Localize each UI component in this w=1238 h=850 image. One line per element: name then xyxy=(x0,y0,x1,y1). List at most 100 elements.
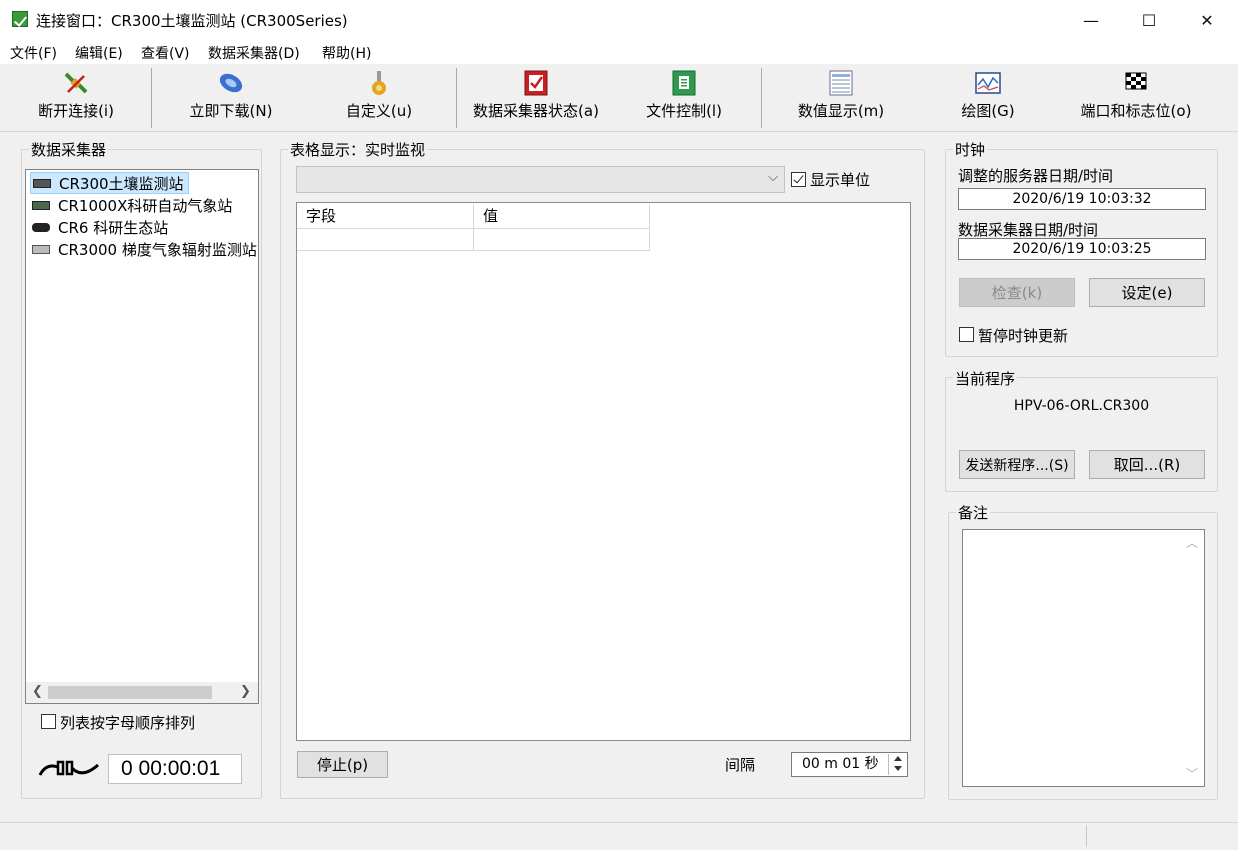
datalogger-status-button[interactable]: 数据采集器状态(a) xyxy=(466,64,606,130)
column-header-field[interactable]: 字段 xyxy=(297,204,474,229)
list-item[interactable]: CR6 科研生态站 xyxy=(30,216,172,238)
datalogger-group-title: 数据采集器 xyxy=(29,139,109,160)
ports-flags-button[interactable]: 端口和标志位(o) xyxy=(1072,64,1200,130)
table-select-dropdown[interactable]: ⌵ xyxy=(296,166,785,193)
menu-view[interactable]: 查看(V) xyxy=(141,43,190,63)
check-clock-button[interactable]: 检查(k) xyxy=(959,278,1075,307)
pause-clock-label: 暂停时钟更新 xyxy=(978,327,1069,345)
list-horizontal-scrollbar[interactable]: ❮ ❯ xyxy=(26,682,258,703)
interval-value: 00 m 01 秒 xyxy=(802,756,879,772)
connection-plug-icon xyxy=(38,757,102,781)
scroll-left-icon[interactable]: ❮ xyxy=(32,684,43,699)
notes-textarea[interactable]: ︿ ﹀ xyxy=(962,529,1205,787)
connection-timer: 0 00:00:01 xyxy=(108,754,242,784)
numeric-display-icon xyxy=(828,70,854,96)
server-time-field: 2020/6/19 10:03:32 xyxy=(958,188,1206,210)
toolbar-separator xyxy=(151,68,152,128)
list-item-label: CR1000X科研自动气象站 xyxy=(58,196,233,215)
datalogger-icon xyxy=(32,200,50,210)
file-control-button[interactable]: 文件控制(l) xyxy=(630,64,738,130)
graph-icon xyxy=(975,70,1001,96)
custom-button[interactable]: 自定义(u) xyxy=(320,64,438,130)
close-button[interactable]: ✕ xyxy=(1178,0,1236,40)
column-header-value[interactable]: 值 xyxy=(474,204,650,229)
checkered-flag-icon xyxy=(1123,70,1149,96)
download-now-button[interactable]: 立即下载(N) xyxy=(172,64,290,130)
download-phone-icon xyxy=(218,70,244,96)
spinner-arrows[interactable] xyxy=(888,754,906,775)
datalogger-list[interactable]: CR300土壤监测站 CR1000X科研自动气象站 CR6 科研生态站 CR30… xyxy=(25,169,259,704)
data-table[interactable]: 字段 值 xyxy=(296,202,911,741)
set-clock-button[interactable]: 设定(e) xyxy=(1089,278,1205,307)
window-title: 连接窗口：CR300土壤监测站 (CR300Series) xyxy=(36,12,348,30)
list-item[interactable]: CR3000 梯度气象辐射监测站 xyxy=(30,238,261,260)
table-cell xyxy=(474,229,650,251)
menu-help[interactable]: 帮助(H) xyxy=(322,43,371,63)
maximize-button[interactable]: ☐ xyxy=(1120,0,1178,40)
numeric-display-button[interactable]: 数值显示(m) xyxy=(782,64,900,130)
interval-spinner[interactable]: 00 m 01 秒 xyxy=(791,752,908,777)
toolbar-label: 文件控制(l) xyxy=(646,102,722,120)
file-control-icon xyxy=(671,70,697,96)
toolbar-label: 自定义(u) xyxy=(345,102,413,120)
toolbar-separator xyxy=(761,68,762,128)
program-group-title: 当前程序 xyxy=(953,368,1018,389)
menu-file[interactable]: 文件(F) xyxy=(10,43,57,63)
notes-group-title: 备注 xyxy=(956,502,991,523)
table-display-title: 表格显示：实时监视 xyxy=(288,139,428,160)
scroll-down-icon[interactable]: ﹀ xyxy=(1186,765,1198,782)
status-bar-divider xyxy=(1086,825,1087,847)
scrollbar-thumb[interactable] xyxy=(48,686,212,699)
toolbar-label: 数值显示(m) xyxy=(797,102,885,120)
stop-button-label: 停止(p) xyxy=(316,756,369,774)
status-bar xyxy=(0,822,1238,850)
datalogger-icon xyxy=(33,178,51,188)
list-item-label: CR3000 梯度气象辐射监测站 xyxy=(58,240,257,259)
chevron-down-icon: ⌵ xyxy=(768,170,778,185)
show-units-label: 显示单位 xyxy=(810,171,871,189)
datalogger-icon xyxy=(32,244,50,254)
spinner-down-icon[interactable] xyxy=(894,766,902,771)
list-item-label: CR300土壤监测站 xyxy=(59,174,184,193)
spinner-up-icon[interactable] xyxy=(894,756,902,761)
toolbar-label: 立即下载(N) xyxy=(189,102,273,120)
show-units-checkbox[interactable] xyxy=(791,172,806,187)
status-check-icon xyxy=(523,70,549,96)
logger-time-field: 2020/6/19 10:03:25 xyxy=(958,238,1206,260)
disconnect-plug-icon xyxy=(63,70,89,96)
minimize-button[interactable]: — xyxy=(1062,0,1120,40)
graph-button[interactable]: 绘图(G) xyxy=(932,64,1044,130)
send-program-label: 发送新程序...(S) xyxy=(965,457,1069,474)
retrieve-program-button[interactable]: 取回...(R) xyxy=(1089,450,1205,479)
table-cell xyxy=(297,229,474,251)
pause-clock-checkbox[interactable] xyxy=(959,327,974,342)
logger-time-label: 数据采集器日期/时间 xyxy=(958,221,1099,239)
sort-alphabetical-checkbox[interactable] xyxy=(41,714,56,729)
scroll-up-icon[interactable]: ︿ xyxy=(1186,534,1198,551)
clock-group-title: 时钟 xyxy=(953,139,988,160)
menu-edit[interactable]: 编辑(E) xyxy=(75,43,123,63)
scroll-right-icon[interactable]: ❯ xyxy=(240,684,251,699)
set-clock-label: 设定(e) xyxy=(1121,284,1173,302)
toolbar-label: 端口和标志位(o) xyxy=(1080,102,1192,120)
custom-wrench-icon xyxy=(366,70,392,96)
list-item-label: CR6 科研生态站 xyxy=(58,218,169,237)
menu-datalogger[interactable]: 数据采集器(D) xyxy=(208,43,300,63)
toolbar-label: 数据采集器状态(a) xyxy=(473,102,599,120)
interval-label: 间隔 xyxy=(725,756,756,774)
toolbar-label: 断开连接(i) xyxy=(38,102,114,120)
check-clock-label: 检查(k) xyxy=(991,284,1043,302)
stop-button[interactable]: 停止(p) xyxy=(297,751,388,778)
list-item[interactable]: CR300土壤监测站 xyxy=(30,172,189,194)
toolbar-label: 绘图(G) xyxy=(961,102,1015,120)
program-name: HPV-06-ORL.CR300 xyxy=(1013,398,1150,414)
server-time-label: 调整的服务器日期/时间 xyxy=(958,167,1114,185)
toolbar-separator xyxy=(456,68,457,128)
app-icon xyxy=(12,11,28,27)
datalogger-icon xyxy=(32,222,50,232)
disconnect-button[interactable]: 断开连接(i) xyxy=(20,64,132,130)
retrieve-program-label: 取回...(R) xyxy=(1113,456,1181,474)
send-program-button[interactable]: 发送新程序...(S) xyxy=(959,450,1075,479)
list-item[interactable]: CR1000X科研自动气象站 xyxy=(30,194,236,216)
sort-alphabetical-label: 列表按字母顺序排列 xyxy=(60,714,196,732)
